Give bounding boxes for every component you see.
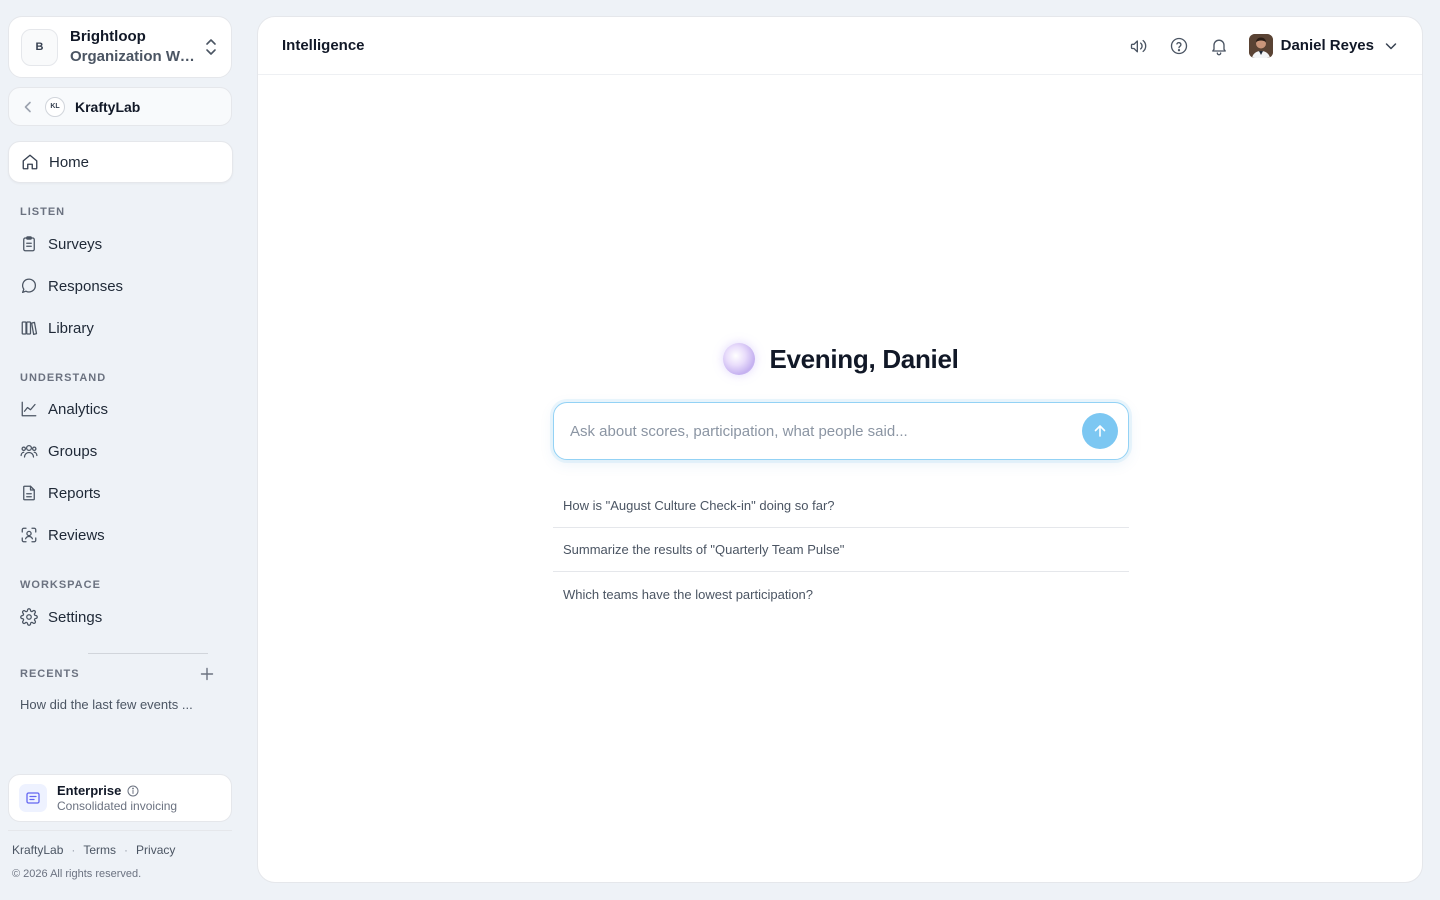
footer-link-kraftylab[interactable]: KraftyLab <box>12 843 63 857</box>
suggestion-list: How is "August Culture Check-in" doing s… <box>553 484 1129 616</box>
topbar: Intelligence Daniel Reyes <box>258 17 1422 75</box>
message-circle-icon <box>21 278 37 294</box>
footer-link-terms[interactable]: Terms <box>83 843 116 857</box>
user-name: Daniel Reyes <box>1280 37 1374 54</box>
file-text-icon <box>23 485 35 501</box>
copyright: © 2026 All rights reserved. <box>12 868 142 880</box>
send-button[interactable] <box>1082 413 1118 449</box>
workspace-subtitle: Organization Wor... <box>70 48 199 65</box>
arrow-up-icon <box>1094 425 1106 437</box>
nav-item-analytics[interactable]: Analytics <box>8 390 233 428</box>
section-label-recents: RECENTS <box>20 668 80 680</box>
plus-icon[interactable] <box>200 667 214 681</box>
avatar <box>1248 33 1273 58</box>
workspace-avatar: B <box>21 28 58 66</box>
section-label-listen: LISTEN <box>20 206 66 218</box>
bell-icon[interactable] <box>1209 36 1229 56</box>
suggestion-item[interactable]: Which teams have the lowest participatio… <box>553 572 1129 616</box>
chevron-down-icon <box>1385 42 1397 49</box>
chevron-left-icon[interactable] <box>21 100 35 114</box>
plan-card[interactable]: Enterprise Consolidated invoicing <box>8 774 232 822</box>
section-label-understand: UNDERSTAND <box>20 372 107 384</box>
home-icon <box>22 154 38 170</box>
workspace-switcher[interactable]: B Brightloop Organization Wor... <box>8 16 232 78</box>
nav-label: Settings <box>48 608 103 626</box>
greeting: Evening, Daniel <box>258 343 1424 375</box>
org-name: KraftyLab <box>75 98 141 115</box>
nav-label: Reviews <box>48 526 105 544</box>
nav-item-reviews[interactable]: Reviews <box>8 516 233 554</box>
nav-label: Library <box>48 319 94 337</box>
nav-item-responses[interactable]: Responses <box>8 267 233 305</box>
invoice-icon <box>19 784 47 812</box>
clipboard-icon <box>23 236 35 252</box>
gear-icon <box>20 608 38 626</box>
library-icon <box>21 321 38 336</box>
megaphone-icon[interactable] <box>1129 36 1149 56</box>
nav-label: Groups <box>48 442 98 460</box>
nav-item-home[interactable]: Home <box>8 141 233 183</box>
plan-subtitle: Consolidated invoicing <box>57 799 178 813</box>
main-panel: Intelligence Daniel Reyes Evening, Danie… <box>257 16 1423 883</box>
nav-label: Responses <box>48 277 124 295</box>
footer-links: KraftyLab · Terms · Privacy <box>12 843 175 857</box>
plan-name: Enterprise <box>57 783 122 798</box>
nav-label: Analytics <box>48 400 109 418</box>
sidebar: B Brightloop Organization Wor... KL Kraf… <box>0 0 240 900</box>
org-selector[interactable]: KL KraftyLab <box>8 87 232 126</box>
nav-item-library[interactable]: Library <box>8 309 233 347</box>
users-icon <box>20 444 38 458</box>
greeting-text: Evening, Daniel <box>769 343 959 374</box>
footer-link-privacy[interactable]: Privacy <box>136 843 175 857</box>
nav-label: Surveys <box>48 235 103 253</box>
user-menu[interactable]: Daniel Reyes <box>1248 33 1398 58</box>
footer-dot: · <box>124 843 129 857</box>
nav-item-surveys[interactable]: Surveys <box>8 225 233 263</box>
chevron-up-down-icon <box>206 39 216 55</box>
ask-input[interactable] <box>570 422 1082 440</box>
recent-item[interactable]: How did the last few events ... <box>20 697 220 712</box>
footer-divider <box>8 830 232 831</box>
help-circle-icon[interactable] <box>1169 36 1189 56</box>
section-label-workspace: WORKSPACE <box>20 579 101 591</box>
nav-label: Reports <box>48 484 101 502</box>
footer-dot: · <box>71 843 76 857</box>
scan-user-icon <box>21 527 37 543</box>
nav-label: Home <box>49 153 90 171</box>
suggestion-item[interactable]: Summarize the results of "Quarterly Team… <box>553 528 1129 572</box>
page-title: Intelligence <box>282 37 365 54</box>
workspace-name: Brightloop <box>70 28 146 45</box>
nav-item-reports[interactable]: Reports <box>8 474 233 512</box>
nav-item-groups[interactable]: Groups <box>8 432 233 470</box>
assistant-orb-icon <box>723 343 756 375</box>
line-chart-icon <box>21 401 37 417</box>
suggestion-item[interactable]: How is "August Culture Check-in" doing s… <box>553 484 1129 528</box>
org-logo: KL <box>45 96 65 117</box>
nav-item-settings[interactable]: Settings <box>8 598 233 636</box>
info-icon[interactable] <box>127 785 139 797</box>
sidebar-divider <box>88 653 208 654</box>
ask-box <box>553 402 1129 460</box>
